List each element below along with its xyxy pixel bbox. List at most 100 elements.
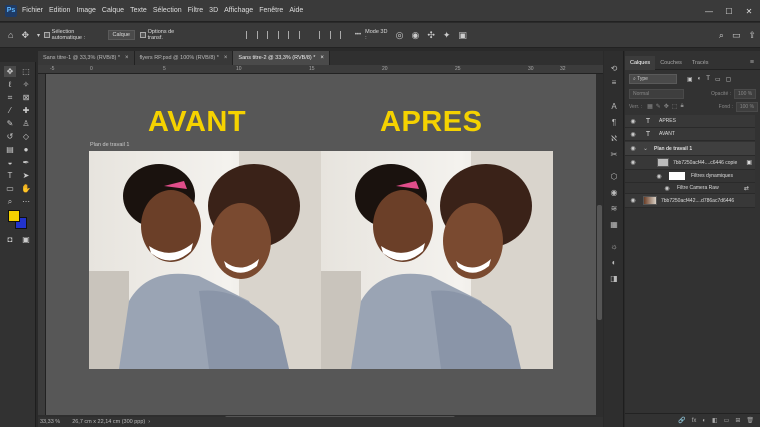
layer-row-smart-copy[interactable]: ◉ 7bb7250acf44....c6446 copie ▣ [625, 156, 755, 170]
menu-fichier[interactable]: Fichier [22, 7, 43, 14]
distribute-icon[interactable] [329, 31, 336, 39]
layer-name[interactable]: APRES [659, 118, 676, 124]
pan-3d-icon[interactable]: ✣ [427, 30, 435, 41]
history-brush-icon[interactable]: ↺ [4, 131, 16, 142]
layer-row-original[interactable]: ◉ 7bb7250acf442....d786ac7d6446 [625, 194, 755, 208]
auto-select-option[interactable]: Sélection automatique : [44, 29, 105, 41]
auto-select-dropdown[interactable]: Calque [107, 30, 135, 40]
blur-icon[interactable]: ● [20, 144, 32, 155]
paths-panel-icon[interactable]: ≋ [609, 203, 619, 213]
3d-panel-icon[interactable]: ⬡ [609, 171, 619, 181]
history-panel-icon[interactable]: ⟲ [609, 63, 619, 73]
eraser-icon[interactable]: ◇ [20, 131, 32, 142]
layer-row-artboard[interactable]: ◉ ⌄ Plan de travail 1 [625, 142, 755, 156]
slide-3d-icon[interactable]: ✦ [443, 30, 451, 41]
filter-pixel-icon[interactable]: ▣ [687, 76, 693, 83]
artboard[interactable] [89, 151, 553, 369]
blend-mode-dropdown[interactable]: Normal [629, 88, 684, 99]
brush-tool-icon[interactable]: ✎ [4, 118, 16, 129]
search-icon[interactable]: ⌕ [719, 30, 724, 41]
layer-name[interactable]: AVANT [659, 131, 675, 137]
eyedropper-icon[interactable]: ⁄ [4, 105, 16, 116]
swatches-panel-icon[interactable]: ▦ [609, 219, 619, 229]
orbit-3d-icon[interactable]: ◎ [396, 30, 404, 41]
filter-shape-icon[interactable]: ▭ [715, 76, 721, 83]
pen-tool-icon[interactable]: ✒ [20, 157, 32, 168]
close-window-button[interactable]: ✕ [740, 0, 758, 22]
vertical-scroll-thumb[interactable] [597, 205, 602, 320]
tab-calques[interactable]: Calques [625, 55, 656, 70]
menu-fenetre[interactable]: Fenêtre [259, 7, 283, 14]
lasso-tool-icon[interactable]: ℓ [4, 79, 16, 90]
dodge-icon[interactable]: ◒ [4, 157, 16, 168]
tab-couches[interactable]: Couches [655, 56, 687, 70]
path-selection-icon[interactable]: ➤ [20, 170, 32, 181]
eye-icon[interactable]: ◉ [655, 173, 663, 180]
menu-texte[interactable]: Texte [130, 7, 147, 14]
canvas-area[interactable]: AVANT APRES Plan de travail 1 [46, 74, 596, 415]
eye-icon[interactable]: ◉ [629, 118, 637, 125]
eye-icon[interactable]: ◉ [629, 197, 637, 204]
fx-icon[interactable]: fx [692, 418, 697, 424]
paragraph-panel-icon[interactable]: ¶ [609, 117, 619, 127]
tab-close-icon[interactable]: × [320, 55, 324, 61]
lock-move-icon[interactable]: ✥ [664, 103, 669, 110]
glyphs-panel-icon[interactable]: ℵ [609, 133, 619, 143]
rectangle-tool-icon[interactable]: ▭ [4, 183, 16, 194]
fill-input[interactable]: 100 % [735, 101, 759, 112]
filter-type-dropdown[interactable]: ⌕ Type [629, 74, 677, 84]
more-options-button[interactable]: ••• [355, 32, 361, 38]
menu-calque[interactable]: Calque [102, 7, 124, 14]
lock-all-icon[interactable]: 🔒︎ [680, 103, 683, 110]
menu-affichage[interactable]: Affichage [224, 7, 253, 14]
adjustment-layer-icon[interactable]: ◐ [702, 418, 706, 424]
link-layers-icon[interactable]: 🔗 [678, 417, 685, 424]
lightbulb-icon[interactable]: ☼ [609, 241, 619, 251]
foreground-color-swatch[interactable] [8, 210, 20, 222]
frame-tool-icon[interactable]: ⊠ [20, 92, 32, 103]
menu-edition[interactable]: Edition [49, 7, 70, 14]
layer-name[interactable]: Filtre Camera Raw [677, 185, 719, 191]
maximize-button[interactable]: ☐ [720, 0, 738, 22]
distribute-icon[interactable] [340, 31, 346, 39]
align-top-icon[interactable] [277, 31, 284, 39]
tab-close-icon[interactable]: × [125, 55, 129, 61]
minimize-button[interactable]: — [700, 0, 718, 22]
eye-icon[interactable]: ◉ [663, 185, 671, 192]
new-layer-icon[interactable]: ⊞ [735, 417, 740, 424]
layer-name[interactable]: Filtres dynamiques [691, 173, 733, 179]
properties-panel-icon[interactable]: ≡ [609, 77, 619, 87]
chevron-down-icon[interactable]: ▾ [37, 32, 40, 39]
artboard-label[interactable]: Plan de travail 1 [90, 142, 129, 148]
channels-panel-icon[interactable]: ◉ [609, 187, 619, 197]
layer-row-avant[interactable]: ◉ T AVANT [625, 128, 755, 141]
menu-3d[interactable]: 3D [209, 7, 218, 14]
align-middle-icon[interactable] [288, 31, 294, 39]
libraries-panel-icon[interactable]: ◨ [609, 273, 619, 283]
filter-adjust-icon[interactable]: ◐ [698, 76, 702, 82]
healing-brush-icon[interactable]: ✚ [20, 105, 32, 116]
panel-menu-icon[interactable]: ≡ [750, 59, 754, 66]
home-icon[interactable]: ⌂ [8, 30, 13, 40]
hand-tool-icon[interactable]: ✋ [20, 183, 32, 194]
layer-name[interactable]: 7bb7250acf44....c6446 copie [673, 160, 737, 166]
character-panel-icon[interactable]: A [609, 101, 619, 111]
new-group-icon[interactable]: ▭ [724, 417, 730, 424]
tab-doc-1[interactable]: Sans titre-1 @ 33,3% (RVB/8) * × [38, 51, 135, 65]
lock-artboard-icon[interactable]: ⬚ [672, 103, 678, 110]
distribute-icon[interactable] [318, 31, 325, 39]
auto-select-checkbox[interactable] [44, 32, 50, 38]
lock-pixels-icon[interactable]: ▦ [647, 103, 653, 110]
move-tool-icon[interactable]: ✥ [4, 66, 16, 77]
lock-paint-icon[interactable]: ✎ [656, 103, 661, 110]
type-tool-icon[interactable]: T [4, 170, 16, 181]
more-tools-icon[interactable]: ⋯ [20, 196, 32, 207]
workspace-icon[interactable]: ▭ [732, 30, 741, 41]
zoom-level[interactable]: 33,33 % [40, 419, 60, 425]
clone-stamp-icon[interactable]: ♙ [20, 118, 32, 129]
layer-row-camera-raw[interactable]: ◉ Filtre Camera Raw ⇄ [625, 183, 755, 194]
filter-type-icon[interactable]: T [706, 76, 710, 82]
menu-filtre[interactable]: Filtre [188, 7, 204, 14]
video-camera-icon[interactable]: ▣ [458, 30, 467, 41]
menu-selection[interactable]: Sélection [153, 7, 182, 14]
